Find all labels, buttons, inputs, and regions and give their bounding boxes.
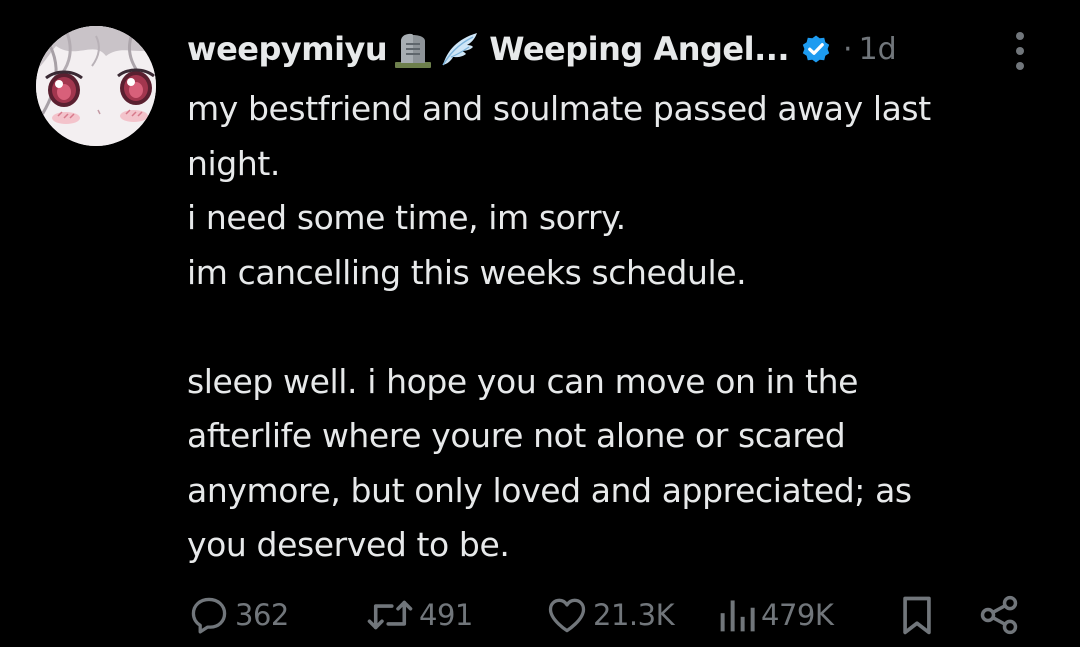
action-bar: 362 491 21.3K 479K xyxy=(187,588,1037,642)
views-icon xyxy=(720,600,755,632)
like-count: 21.3K xyxy=(593,598,675,632)
bookmark-icon xyxy=(903,596,931,635)
views-button[interactable]: 479K xyxy=(717,588,834,642)
tweet-line: im cancelling this weeks schedule. xyxy=(187,252,747,292)
tweet-line: anymore, but only loved and appreciated;… xyxy=(187,470,912,510)
reply-count: 362 xyxy=(235,598,289,632)
timestamp[interactable]: 1d xyxy=(859,32,897,67)
tweet-header: weepymiyu Weeping Angel... · 1d xyxy=(187,24,897,74)
views-count: 479K xyxy=(761,598,834,632)
more-options-icon[interactable] xyxy=(1008,30,1032,72)
tweet-blank-line xyxy=(187,300,1047,355)
heart-icon xyxy=(548,598,586,633)
reply-button[interactable]: 362 xyxy=(187,588,289,642)
avatar[interactable] xyxy=(36,26,156,146)
repost-icon xyxy=(367,600,413,630)
tweet-line: afterlife where youre not alone or scare… xyxy=(187,416,846,455)
tweet-line: my bestfriend and soulmate passed away l… xyxy=(187,89,931,128)
display-name[interactable]: Weeping Angel... xyxy=(489,30,789,68)
tweet[interactable]: weepymiyu Weeping Angel... · 1d my bestf… xyxy=(0,0,1080,647)
tweet-line: night. xyxy=(187,143,280,183)
share-button[interactable] xyxy=(977,588,1021,642)
username[interactable]: weepymiyu xyxy=(187,30,388,68)
tweet-text: my bestfriend and soulmate passed away l… xyxy=(187,82,1047,573)
repost-count: 491 xyxy=(419,598,473,632)
repost-button[interactable]: 491 xyxy=(365,588,473,642)
headstone-icon xyxy=(393,29,433,69)
like-button[interactable]: 21.3K xyxy=(545,588,675,642)
verified-badge-icon xyxy=(799,32,833,66)
tweet-line: i need some time, im sorry. xyxy=(187,198,626,237)
reply-icon xyxy=(191,597,227,634)
wing-icon xyxy=(439,29,479,69)
avatar-image xyxy=(36,26,156,146)
bookmark-button[interactable] xyxy=(895,588,939,642)
tweet-line: you deserved to be. xyxy=(187,525,510,564)
separator-dot: · xyxy=(843,31,853,67)
tweet-line: sleep well. i hope you can move on in th… xyxy=(187,361,858,401)
share-icon xyxy=(980,595,1018,635)
